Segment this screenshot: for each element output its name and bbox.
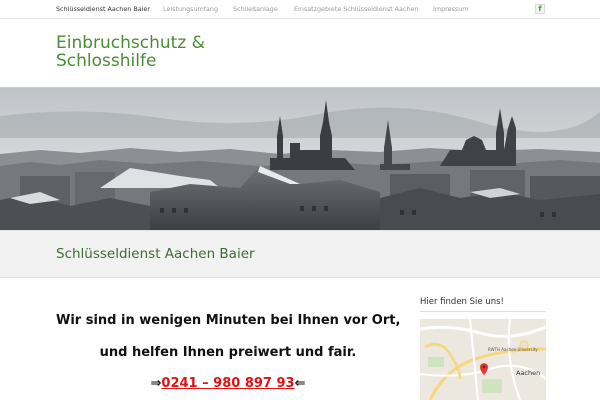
location-map[interactable]: RWTH Aachen University Aachen (420, 319, 546, 400)
facebook-icon[interactable]: f (535, 4, 545, 14)
intro-line-2: und helfen Ihnen preiwert und fair. (99, 345, 357, 360)
nav-item-impressum[interactable]: Impressum (433, 5, 469, 13)
nav-item-home[interactable]: Schlüsseldienst Aachen Baier (56, 5, 150, 13)
site-title-line-2: Schlosshilfe (56, 51, 157, 71)
widget-title: Hier finden Sie uns! (420, 297, 504, 307)
phone-line: ⇒0241 – 980 897 93⇐ (56, 376, 400, 391)
main-content: Wir sind in wenigen Minuten bei Ihnen vo… (56, 280, 400, 400)
page-header: Schlüsseldienst Aachen Baier (0, 230, 600, 278)
widget-divider (420, 311, 546, 312)
arrow-left-icon: ⇐ (294, 376, 306, 391)
nav-item-einsatzgebiete[interactable]: Einsatzgebiete Schlüsseldienst Aachen (294, 5, 419, 13)
map-poi-label: RWTH Aachen University (488, 347, 538, 352)
phone-link[interactable]: 0241 – 980 897 93 (161, 376, 294, 391)
intro-line-1: Wir sind in wenigen Minuten bei Ihnen vo… (56, 313, 401, 328)
header-banner-image (0, 87, 600, 230)
city-skyline-illustration (0, 88, 600, 230)
nav-item-leistungsumfang[interactable]: Leistungsumfang (163, 5, 218, 13)
page-title: Schlüsseldienst Aachen Baier (56, 246, 255, 262)
map-graphic (420, 319, 546, 400)
sidebar: Hier finden Sie uns! RWTH Aachen Univers… (420, 280, 546, 400)
site-title-line-1: Einbruchschutz & (56, 33, 205, 53)
map-city-label: Aachen (516, 369, 541, 377)
top-navigation: Schlüsseldienst Aachen Baier Leistungsum… (0, 0, 600, 19)
arrow-right-icon: ⇒ (150, 376, 162, 391)
site-title[interactable]: Einbruchschutz & Schlosshilfe (56, 34, 316, 70)
nav-item-schliessanlage[interactable]: Schließanlage (233, 5, 278, 13)
